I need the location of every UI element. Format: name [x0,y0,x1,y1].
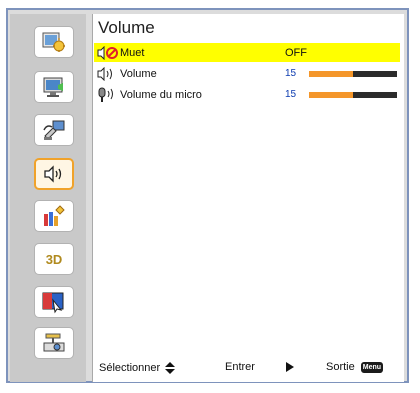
footer-exit: Sortie Menu [326,361,384,373]
image-settings-icon [42,32,65,52]
mute-value: OFF [285,46,307,59]
sidebar-item-options[interactable] [34,200,74,232]
menu-row-mic-volume[interactable]: Volume du micro 15 [94,85,400,104]
speaker-icon [44,165,62,183]
sidebar-item-setup[interactable] [34,114,74,146]
menu-row-volume[interactable]: Volume 15 [94,64,400,83]
3d-icon: 3D [45,251,63,267]
sidebar: 3D [10,14,86,382]
volume-slider-fill [309,70,353,77]
mic-volume-slider[interactable] [309,91,397,98]
menu-row-label: Volume du micro [120,88,202,101]
setup-icon [43,120,65,140]
menu-row-label: Muet [120,46,145,59]
footer-enter: Entrer [225,361,255,373]
enter-label: Entrer [225,361,255,373]
page-title: Volume [98,18,155,37]
sidebar-item-interactive[interactable] [34,286,74,318]
menu-row-mute[interactable]: Muet OFF [94,43,400,62]
select-label: Sélectionner [99,362,161,374]
mic-volume-slider-fill [309,91,353,98]
up-down-arrow-icon [165,362,176,374]
footer-enter-arrow [285,361,295,373]
lan-icon [43,333,65,352]
speaker-icon [97,66,112,81]
menu-row-label: Volume [120,67,157,80]
right-arrow-icon [286,362,294,372]
mic-volume-value: 15 [285,89,297,100]
sidebar-item-3d[interactable]: 3D [34,243,74,275]
sidebar-item-image-settings[interactable] [34,26,74,58]
volume-slider[interactable] [309,70,397,77]
options-icon [44,205,65,226]
sidebar-item-volume[interactable] [34,158,74,190]
display-settings-icon [43,77,63,97]
exit-label: Sortie [326,361,355,373]
mute-icon [97,45,118,60]
menu-key-icon: Menu [360,361,384,373]
osd-window: 3D Volume Muet OFF Volume 15 Volume du m… [0,0,420,393]
interactive-icon [42,292,64,314]
volume-value: 15 [285,68,297,79]
microphone-icon [98,87,113,102]
sidebar-item-display-settings[interactable] [34,71,74,103]
footer-select: Sélectionner [99,361,177,375]
sidebar-item-lan[interactable] [34,327,74,359]
